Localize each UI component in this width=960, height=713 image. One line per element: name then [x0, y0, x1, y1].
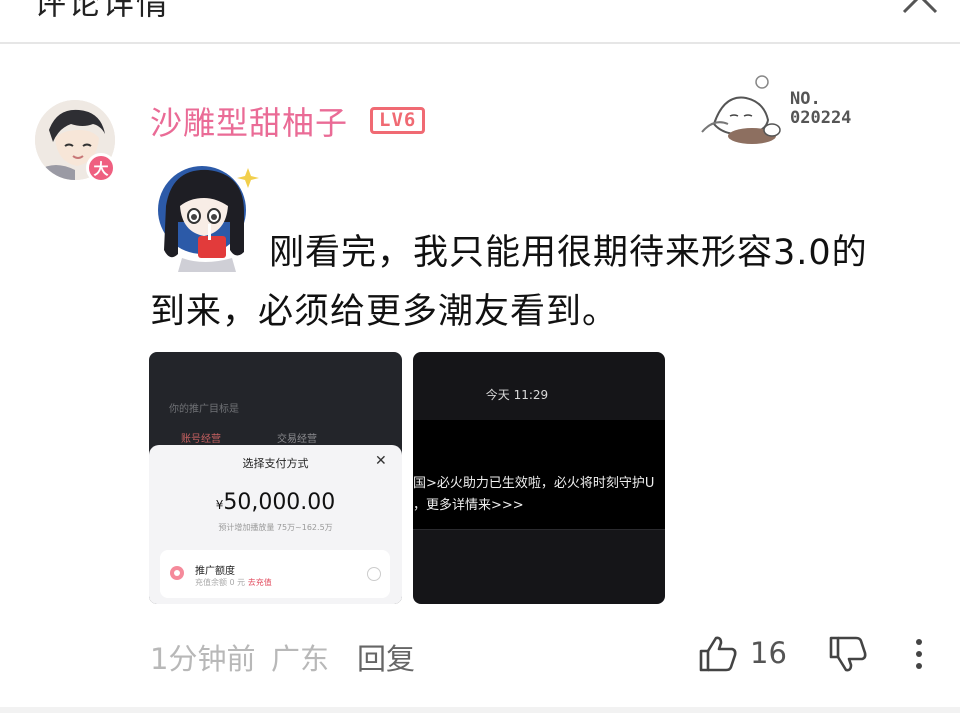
reply-button[interactable]: 回复: [357, 636, 415, 678]
comment-image-1[interactable]: 你的推广目标是 账号经营 交易经营 选择支付方式 ✕ ¥50,000.00 预计…: [149, 352, 402, 604]
message-text-line-1: 国>必火助力已生效啦，必火将时刻守护U: [413, 476, 655, 491]
comment-time: 1分钟前: [150, 642, 256, 676]
like-button[interactable]: [698, 634, 738, 674]
payment-option-balance: 充值余额 0 元 去充值: [195, 578, 272, 587]
emoji-sticker: [152, 162, 264, 272]
comment-region: 广东: [271, 642, 330, 676]
screenshot-tab: 交易经营: [277, 434, 317, 445]
payment-sheet-title: 选择支付方式: [242, 457, 309, 470]
estimate-text: 预计增加播放量 75万~162.5万: [218, 523, 333, 532]
screenshot-tab: 账号经营: [181, 434, 221, 445]
divider: [0, 707, 960, 713]
fan-number: NO. 020224: [790, 89, 852, 128]
thumbs-down-icon: [829, 636, 867, 672]
header-bar: 评论详情: [0, 0, 960, 44]
screenshot-text: 你的推广目标是: [169, 404, 239, 415]
more-vertical-icon: [916, 639, 922, 669]
more-options-button[interactable]: [908, 634, 930, 674]
payment-option-title: 推广额度: [195, 566, 235, 577]
message-time: 今天 11:29: [485, 388, 549, 402]
thumbs-up-icon: [699, 636, 737, 672]
comment-text-line-1: 刚看完，我只能用很期待来形容3.0的: [269, 233, 868, 273]
message-text-line-2: ，更多详情来>>>: [413, 498, 524, 513]
payment-amount: ¥50,000.00: [215, 490, 336, 515]
promo-credit-icon: [170, 566, 184, 580]
user-tier-badge: 大: [86, 153, 116, 183]
close-icon: ✕: [375, 453, 387, 469]
radio-icon: [367, 567, 381, 581]
comment-text-line-2: 到来，必须给更多潮友看到。: [150, 292, 619, 332]
close-icon: [902, 0, 938, 14]
level-badge: LV6: [370, 107, 426, 134]
like-count: 16: [750, 636, 787, 670]
close-button[interactable]: [898, 0, 942, 14]
anime-girl-sticker-icon: [158, 166, 259, 272]
page-title: 评论详情: [34, 0, 171, 22]
fan-badge-sticker: [694, 74, 794, 150]
comment-image-2[interactable]: 今天 11:29 国>必火助力已生效啦，必火将时刻守护U ，更多详情来>>>: [413, 352, 665, 604]
username[interactable]: 沙雕型甜柚子: [150, 98, 348, 144]
sleeping-mascot-icon: [701, 75, 781, 144]
dislike-button[interactable]: [828, 634, 868, 674]
